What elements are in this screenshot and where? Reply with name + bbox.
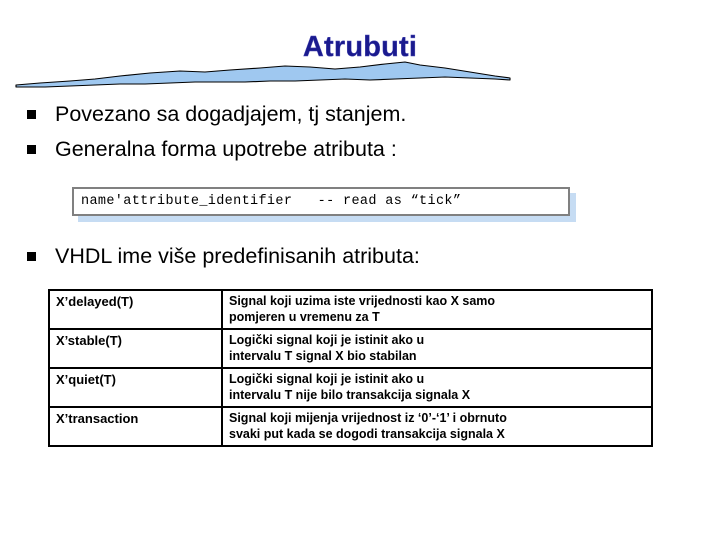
table-cell-attribute-name: X’transaction (48, 406, 223, 447)
square-bullet-icon (27, 145, 36, 154)
table-cell-description: Signal koji uzima iste vrijednosti kao X… (221, 289, 653, 330)
bullet-item-2-label: Generalna forma upotrebe atributa : (55, 137, 397, 161)
bullet-item-3-label: VHDL ime više predefinisanih atributa: (55, 244, 420, 268)
table-row: X’delayed(T) Signal koji uzima iste vrij… (48, 289, 653, 330)
table-row: X’quiet(T) Logički signal koji je istini… (48, 367, 653, 408)
decorative-wave-graphic (15, 61, 511, 88)
description-line: pomjeren u vremenu za T (229, 309, 380, 324)
description-line: svaki put kada se dogodi transakcija sig… (229, 426, 505, 441)
table-cell-description: Logički signal koji je istinit ako u int… (221, 328, 653, 369)
bullet-item-3: VHDL ime više predefinisanih atributa: (27, 243, 420, 270)
description-line: intervalu T signal X bio stabilan (229, 348, 417, 363)
table-cell-attribute-name: X’stable(T) (48, 328, 223, 369)
table-cell-description: Logički signal koji je istinit ako u int… (221, 367, 653, 408)
code-box-frame: name'attribute_identifier -- read as “ti… (72, 187, 570, 216)
square-bullet-icon (27, 252, 36, 261)
square-bullet-icon (27, 110, 36, 119)
description-line: Signal koji uzima iste vrijednosti kao X… (229, 294, 496, 308)
attributes-table: X’delayed(T) Signal koji uzima iste vrij… (48, 289, 653, 447)
description-line: Signal koji mijenja vrijednost iz ‘0’-‘1… (229, 411, 507, 425)
attributes-table-body: X’delayed(T) Signal koji uzima iste vrij… (48, 289, 653, 447)
bullet-item-1-label: Povezano sa dogadjajem, tj stanjem. (55, 102, 407, 126)
bullet-item-2: Generalna forma upotrebe atributa : (27, 136, 397, 163)
description-line: intervalu T nije bilo transakcija signal… (229, 387, 471, 402)
table-cell-description: Signal koji mijenja vrijednost iz ‘0’-‘1… (221, 406, 653, 447)
code-box-text: name'attribute_identifier -- read as “ti… (81, 194, 462, 209)
table-row: X’transaction Signal koji mijenja vrijed… (48, 406, 653, 447)
description-line: Logički signal koji je istinit ako u (229, 372, 425, 386)
description-line: Logički signal koji je istinit ako u (229, 333, 425, 347)
bullet-item-1: Povezano sa dogadjajem, tj stanjem. (27, 101, 406, 128)
code-syntax-box: name'attribute_identifier -- read as “ti… (72, 187, 576, 222)
table-row: X’stable(T) Logički signal koji je istin… (48, 328, 653, 369)
table-cell-attribute-name: X’delayed(T) (48, 289, 223, 330)
table-cell-attribute-name: X’quiet(T) (48, 367, 223, 408)
